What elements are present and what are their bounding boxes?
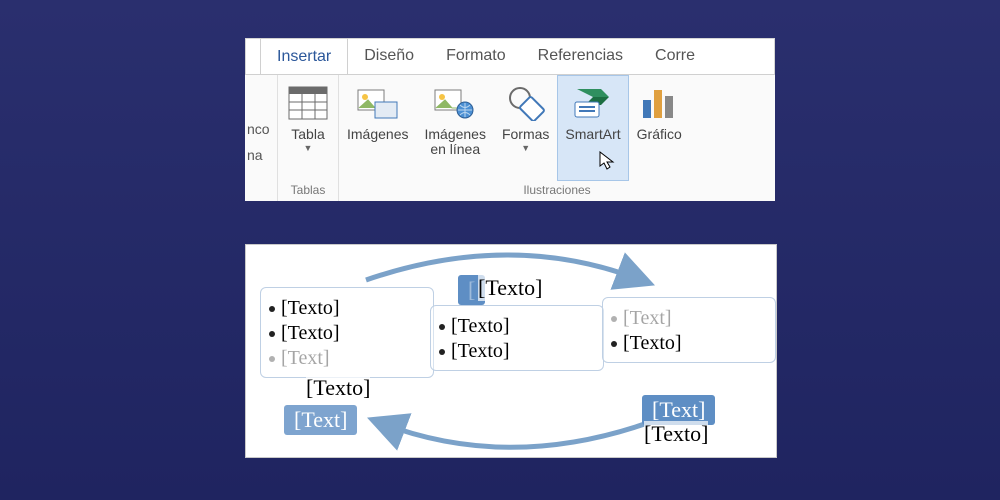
tab-correspondencia-truncated[interactable]: Corre <box>639 38 711 74</box>
node1-title-front[interactable]: [Texto] <box>306 375 370 401</box>
group-label-illustrations: Ilustraciones <box>339 181 775 201</box>
table-label: Tabla <box>291 127 324 142</box>
images-label: Imágenes <box>347 127 408 142</box>
chart-icon <box>637 81 681 125</box>
tab-formato[interactable]: Formato <box>430 38 522 74</box>
tab-referencias[interactable]: Referencias <box>522 38 639 74</box>
group-illustrations: Imágenes Imágenes en línea <box>339 75 775 201</box>
ribbon: Insertar Diseño Formato Referencias Corr… <box>245 38 775 201</box>
shapes-button[interactable]: Formas ▼ <box>494 75 557 181</box>
shapes-label: Formas <box>502 127 549 142</box>
truncated-text-2: na <box>247 146 275 166</box>
tab-diseno[interactable]: Diseño <box>348 38 430 74</box>
smartart-label: SmartArt <box>565 127 620 142</box>
smartart-node-2[interactable]: [Texto] [Texto] <box>430 305 604 371</box>
images-online-button[interactable]: Imágenes en línea <box>416 75 493 181</box>
node2-text2[interactable]: [Texto] <box>451 339 510 364</box>
picture-online-icon <box>433 81 477 125</box>
chart-label: Gráfico <box>637 127 682 142</box>
truncated-left-labels: nco na <box>245 75 278 201</box>
node2-text1[interactable]: [Texto] <box>451 314 510 339</box>
node3-text2[interactable]: [Texto] <box>623 331 682 356</box>
smartart-icon <box>571 81 615 125</box>
node1-text1[interactable]: [Texto] <box>281 296 340 321</box>
smartart-button[interactable]: SmartArt <box>557 75 628 181</box>
chart-button[interactable]: Gráfico <box>629 75 694 181</box>
node1-text2[interactable]: [Texto] <box>281 321 340 346</box>
smartart-node-3[interactable]: [Text] [Texto] <box>602 297 776 363</box>
group-label-tables: Tablas <box>278 181 338 201</box>
picture-icon <box>356 81 400 125</box>
node1-text-faded: [Text] <box>281 346 330 371</box>
table-icon <box>286 81 330 125</box>
group-tables: Tabla ▼ Tablas <box>278 75 339 201</box>
smartart-node-1[interactable]: [Texto] [Texto] [Text] <box>260 287 434 378</box>
table-button[interactable]: Tabla ▼ <box>278 75 338 181</box>
truncated-text-1: nco <box>247 120 275 140</box>
smartart-canvas[interactable]: [Texto] [Texto] [Text] [Texto] [Text] [ … <box>245 244 777 458</box>
chevron-down-icon: ▼ <box>304 144 313 153</box>
ribbon-body: nco na Tabla <box>245 75 775 201</box>
mouse-cursor-icon <box>599 151 615 171</box>
tab-insertar[interactable]: Insertar <box>260 38 348 75</box>
node2-title-front[interactable]: [Texto] <box>478 275 542 301</box>
ribbon-tabs: Insertar Diseño Formato Referencias Corr… <box>245 38 775 75</box>
images-online-label-1: Imágenes <box>424 127 485 142</box>
shapes-icon <box>504 81 548 125</box>
node3-text-faded: [Text] <box>623 306 672 331</box>
node3-title-front[interactable]: [Texto] <box>644 421 708 447</box>
images-online-label-2: en línea <box>430 142 480 157</box>
chevron-down-icon: ▼ <box>521 144 530 153</box>
node1-title-badge[interactable]: [Text] <box>284 405 357 435</box>
images-button[interactable]: Imágenes <box>339 75 416 181</box>
